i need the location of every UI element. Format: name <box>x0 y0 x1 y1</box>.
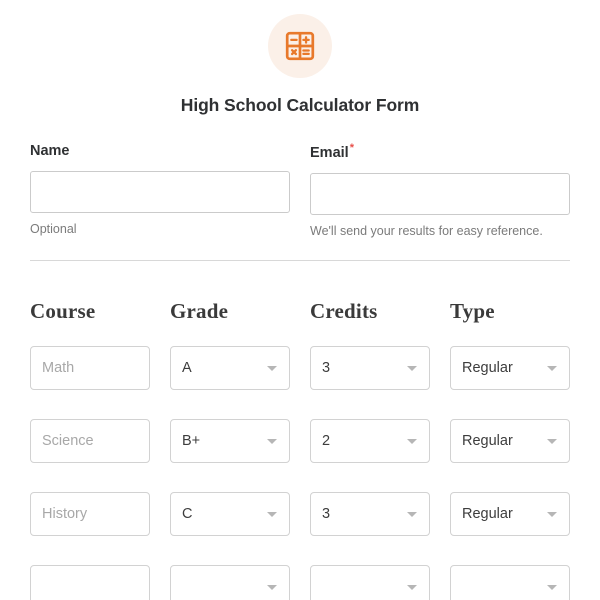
table-row: A 3 Regular <box>30 345 570 390</box>
grade-select[interactable]: C <box>170 491 290 536</box>
chevron-down-icon <box>267 438 277 444</box>
credits-select-value: 3 <box>322 505 331 522</box>
table-row: B+ 2 Regular <box>30 418 570 463</box>
type-cell: Regular <box>450 491 570 536</box>
grade-cell: C <box>170 491 290 536</box>
type-select-value: Regular <box>462 359 513 376</box>
credits-select[interactable]: 3 <box>310 345 430 390</box>
name-field-group: Name Optional <box>30 143 290 238</box>
email-label-text: Email <box>310 144 349 161</box>
type-select[interactable]: Regular <box>450 418 570 463</box>
type-cell: Regular <box>450 345 570 390</box>
course-table-body: A 3 Regular <box>30 345 570 600</box>
form-page: High School Calculator Form Name Optiona… <box>0 0 600 600</box>
type-select-value: Regular <box>462 432 513 449</box>
type-select[interactable] <box>450 564 570 600</box>
calculator-icon <box>283 29 317 63</box>
type-select-value: Regular <box>462 505 513 522</box>
required-asterisk: * <box>349 142 354 154</box>
column-header-credits: Credits <box>310 298 378 323</box>
chevron-down-icon <box>407 511 417 517</box>
chevron-down-icon <box>547 584 557 590</box>
name-helper-text: Optional <box>30 222 77 236</box>
name-label-text: Name <box>30 143 70 159</box>
type-select[interactable]: Regular <box>450 491 570 536</box>
type-cell: Regular <box>450 418 570 463</box>
type-cell <box>450 564 570 600</box>
grade-select[interactable]: B+ <box>170 418 290 463</box>
grade-select-value: A <box>182 359 192 376</box>
chevron-down-icon <box>407 584 417 590</box>
chevron-down-icon <box>407 438 417 444</box>
contact-section: Name Optional Email* We'll send your res… <box>30 143 570 238</box>
page-title: High School Calculator Form <box>180 95 420 115</box>
calculator-logo-badge <box>268 14 332 78</box>
type-select[interactable]: Regular <box>450 345 570 390</box>
credits-select-value: 3 <box>322 359 331 376</box>
course-input[interactable] <box>30 418 150 463</box>
course-cell <box>30 491 150 536</box>
grade-cell: B+ <box>170 418 290 463</box>
table-row <box>30 564 570 600</box>
course-cell <box>30 564 150 600</box>
column-header-course: Course <box>30 298 96 323</box>
course-input[interactable] <box>30 564 150 600</box>
course-input[interactable] <box>30 491 150 536</box>
grade-select-value: C <box>182 505 193 522</box>
credits-select[interactable] <box>310 564 430 600</box>
chevron-down-icon <box>547 511 557 517</box>
grade-select[interactable] <box>170 564 290 600</box>
course-table-header: Course Grade Credits Type <box>30 299 570 324</box>
chevron-down-icon <box>547 365 557 371</box>
email-input[interactable] <box>310 172 570 215</box>
section-divider <box>30 259 570 261</box>
credits-cell: 3 <box>310 491 430 536</box>
chevron-down-icon <box>267 584 277 590</box>
course-input[interactable] <box>30 345 150 390</box>
grade-select[interactable]: A <box>170 345 290 390</box>
email-field-group: Email* We'll send your results for easy … <box>310 143 570 238</box>
table-row: C 3 Regular <box>30 491 570 536</box>
credits-select[interactable]: 3 <box>310 491 430 536</box>
credits-cell: 2 <box>310 418 430 463</box>
credits-select-value: 2 <box>322 432 331 449</box>
chevron-down-icon <box>547 438 557 444</box>
name-input[interactable] <box>30 171 290 213</box>
credits-select[interactable]: 2 <box>310 418 430 463</box>
form-header: High School Calculator Form <box>30 0 570 116</box>
chevron-down-icon <box>407 365 417 371</box>
course-cell <box>30 345 150 390</box>
chevron-down-icon <box>267 365 277 371</box>
credits-cell <box>310 564 430 600</box>
course-cell <box>30 418 150 463</box>
email-helper-text: We'll send your results for easy referen… <box>310 223 543 238</box>
grade-select-value: B+ <box>182 432 201 449</box>
grade-cell <box>170 564 290 600</box>
column-header-type: Type <box>450 298 495 323</box>
credits-cell: 3 <box>310 345 430 390</box>
grade-cell: A <box>170 345 290 390</box>
chevron-down-icon <box>267 511 277 517</box>
column-header-grade: Grade <box>170 298 229 323</box>
email-label: Email* <box>310 143 570 161</box>
name-label: Name <box>30 143 290 159</box>
